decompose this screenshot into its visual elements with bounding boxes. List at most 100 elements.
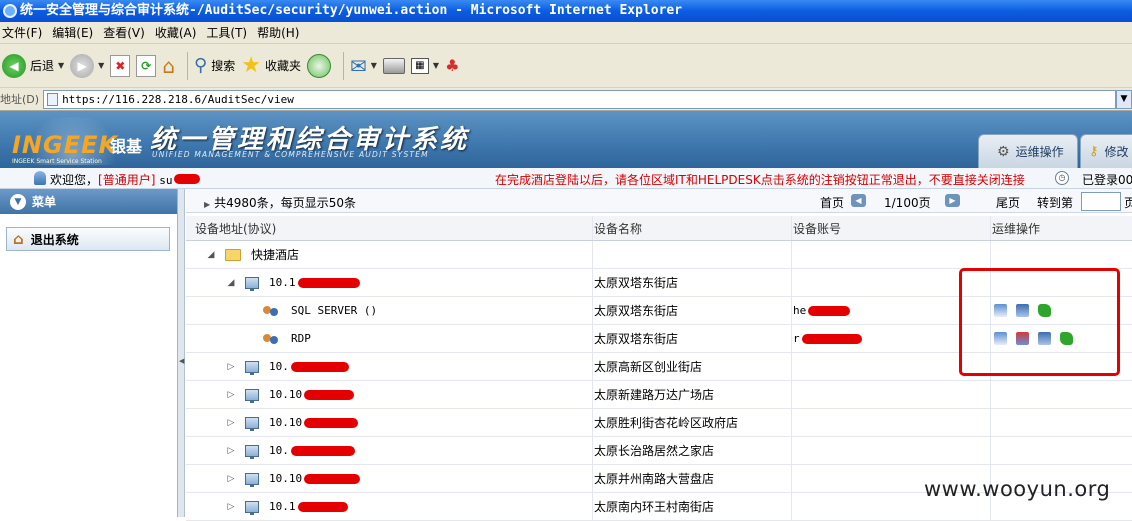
table-row[interactable]: ▷ 10. 太原长治路居然之家店 xyxy=(186,437,1132,465)
address-label: 地址(D) xyxy=(0,93,40,106)
collapsed-icon[interactable]: ▷ xyxy=(225,418,237,428)
device-name: 太原新建路万达广场店 xyxy=(593,381,792,408)
address-dropdown-icon[interactable]: ▼ xyxy=(1116,89,1132,109)
app-header: INGEEK 银基 INGEEK Smart Service Station 统… xyxy=(0,111,1132,168)
redaction-mark xyxy=(290,445,355,456)
star-icon: ★ xyxy=(241,53,261,78)
mail-button[interactable]: ✉ ▼ xyxy=(350,50,377,82)
back-dropdown-icon[interactable]: ▼ xyxy=(58,61,64,70)
last-page-link[interactable]: 尾页 xyxy=(996,194,1020,211)
computer-icon xyxy=(245,416,259,431)
splitter-arrow-icon[interactable]: ◀ xyxy=(179,357,184,365)
address-input[interactable]: https://116.228.218.6/AuditSec/view xyxy=(43,89,1116,109)
col-device-account: 设备账号 xyxy=(792,216,991,240)
home-button[interactable]: ⌂ xyxy=(162,50,175,82)
forward-dropdown-icon[interactable]: ▼ xyxy=(98,61,104,70)
toolbar-separator xyxy=(342,51,344,80)
favorites-button[interactable]: ★ 收藏夹 xyxy=(241,50,301,82)
folder-icon xyxy=(225,248,241,261)
tab-modify[interactable]: ⚷ 修改 xyxy=(1080,134,1132,168)
browser-toolbar: ◀ 后退 ▼ ▶ ▼ ✖ ⟳ ⌂ ⚲ 搜索 ★ 收藏夹 ✉ ▼ ▦ ▼ ♣ xyxy=(0,44,1132,88)
forward-button[interactable]: ▶ ▼ xyxy=(70,50,104,82)
watermark: www.wooyun.org xyxy=(924,477,1111,501)
login-duration: 已登录00 xyxy=(1082,173,1132,187)
sidebar-header[interactable]: ▼ 菜单 xyxy=(0,189,177,214)
table-row[interactable]: ◢ 快捷酒店 xyxy=(186,241,1132,269)
redaction-mark xyxy=(174,174,201,184)
device-address: 10. xyxy=(269,360,289,373)
collapsed-icon[interactable]: ▷ xyxy=(225,474,237,484)
stop-button[interactable]: ✖ xyxy=(110,50,131,82)
clock-icon: ◷ xyxy=(1055,171,1069,185)
protocol-name: RDP xyxy=(291,332,311,345)
tab-modify-label: 修改 xyxy=(1104,145,1129,159)
table-row[interactable]: ▷ 10.10 太原胜利街杏花岭区政府店 xyxy=(186,409,1132,437)
device-address: 10.1 xyxy=(269,276,296,289)
table-row[interactable]: ▷ 10.10 太原新建路万达广场店 xyxy=(186,381,1132,409)
menu-help[interactable]: 帮助(H) xyxy=(255,24,307,41)
computer-icon xyxy=(245,360,259,375)
redaction-mark xyxy=(304,417,359,428)
record-summary-text: 共4980条，每页显示50条 xyxy=(214,196,356,210)
redaction-mark xyxy=(297,277,360,288)
collapsed-icon[interactable]: ▷ xyxy=(225,502,237,512)
mail-dropdown-icon[interactable]: ▼ xyxy=(371,61,377,70)
collapse-icon[interactable]: ▼ xyxy=(10,193,26,210)
next-page-icon[interactable]: ▶ xyxy=(945,194,960,207)
expanded-icon[interactable]: ◢ xyxy=(205,250,217,260)
computer-icon xyxy=(245,276,259,291)
tab-operations[interactable]: ⚙ 运维操作 xyxy=(978,134,1078,168)
logo-text: INGEEK xyxy=(12,131,119,159)
history-button[interactable] xyxy=(306,50,331,82)
refresh-button[interactable]: ⟳ xyxy=(136,50,157,82)
baidu-button[interactable]: ♣ xyxy=(445,50,459,82)
device-name: 太原高新区创业街店 xyxy=(593,353,792,380)
pager-bar: ▶ 共4980条，每页显示50条 首页 ◀ 1/100页 ▶ 尾页 转到第 页 xyxy=(186,189,1132,213)
menu-view[interactable]: 查看(V) xyxy=(101,24,153,41)
collapsed-icon[interactable]: ▷ xyxy=(225,390,237,400)
window-title-bar: 统一安全管理与综合审计系统-/AuditSec/security/yunwei.… xyxy=(0,0,1132,22)
back-button[interactable]: ◀ 后退 ▼ xyxy=(2,50,64,82)
device-account: he xyxy=(793,304,807,317)
device-address: 10.10 xyxy=(269,472,303,485)
stop-icon: ✖ xyxy=(110,54,131,77)
collapsed-icon[interactable]: ▷ xyxy=(225,446,237,456)
print-button[interactable] xyxy=(382,50,405,82)
search-icon: ⚲ xyxy=(194,55,208,76)
menu-favorites[interactable]: 收藏(A) xyxy=(153,24,205,41)
redaction-mark xyxy=(290,361,349,372)
refresh-icon: ⟳ xyxy=(136,54,157,77)
menu-edit[interactable]: 编辑(E) xyxy=(50,24,101,41)
window-title: 统一安全管理与综合审计系统-/AuditSec/security/yunwei.… xyxy=(20,3,683,18)
menu-file[interactable]: 文件(F) xyxy=(0,24,50,41)
toolbar-separator xyxy=(187,51,189,80)
logout-button[interactable]: ⌂ 退出系统 xyxy=(6,227,170,251)
edit-button[interactable]: ▦ ▼ xyxy=(410,50,439,82)
home-icon: ⌂ xyxy=(13,230,24,248)
device-address: 10.1 xyxy=(269,500,296,513)
collapsed-icon[interactable]: ▷ xyxy=(225,362,237,372)
device-name: 太原双塔东街店 xyxy=(593,269,792,296)
sidebar: ▼ 菜单 ⌂ 退出系统 xyxy=(0,189,178,517)
search-label: 搜索 xyxy=(211,59,236,73)
logout-label: 退出系统 xyxy=(30,232,79,247)
baidu-icon: ♣ xyxy=(445,56,460,75)
greeting: 欢迎您， xyxy=(50,173,99,187)
menu-tools[interactable]: 工具(T) xyxy=(204,24,255,41)
goto-page-input[interactable] xyxy=(1081,192,1121,211)
search-button[interactable]: ⚲ 搜索 xyxy=(194,50,235,82)
redaction-mark xyxy=(304,389,355,400)
edit-dropdown-icon[interactable]: ▼ xyxy=(433,61,439,70)
forward-arrow-icon: ▶ xyxy=(70,53,95,78)
expanded-icon[interactable]: ◢ xyxy=(225,278,237,288)
users-icon xyxy=(263,304,279,318)
printer-icon xyxy=(382,57,405,74)
sidebar-splitter[interactable] xyxy=(178,189,185,517)
username: su xyxy=(159,174,173,187)
first-page-link[interactable]: 首页 xyxy=(820,194,844,211)
device-name: 太原胜利街杏花岭区政府店 xyxy=(593,409,792,436)
sidebar-title: 菜单 xyxy=(32,195,57,209)
welcome-text: 欢迎您，[普通用户] su xyxy=(50,171,201,188)
prev-page-icon[interactable]: ◀ xyxy=(851,194,866,207)
key-icon: ⚷ xyxy=(1089,144,1099,159)
